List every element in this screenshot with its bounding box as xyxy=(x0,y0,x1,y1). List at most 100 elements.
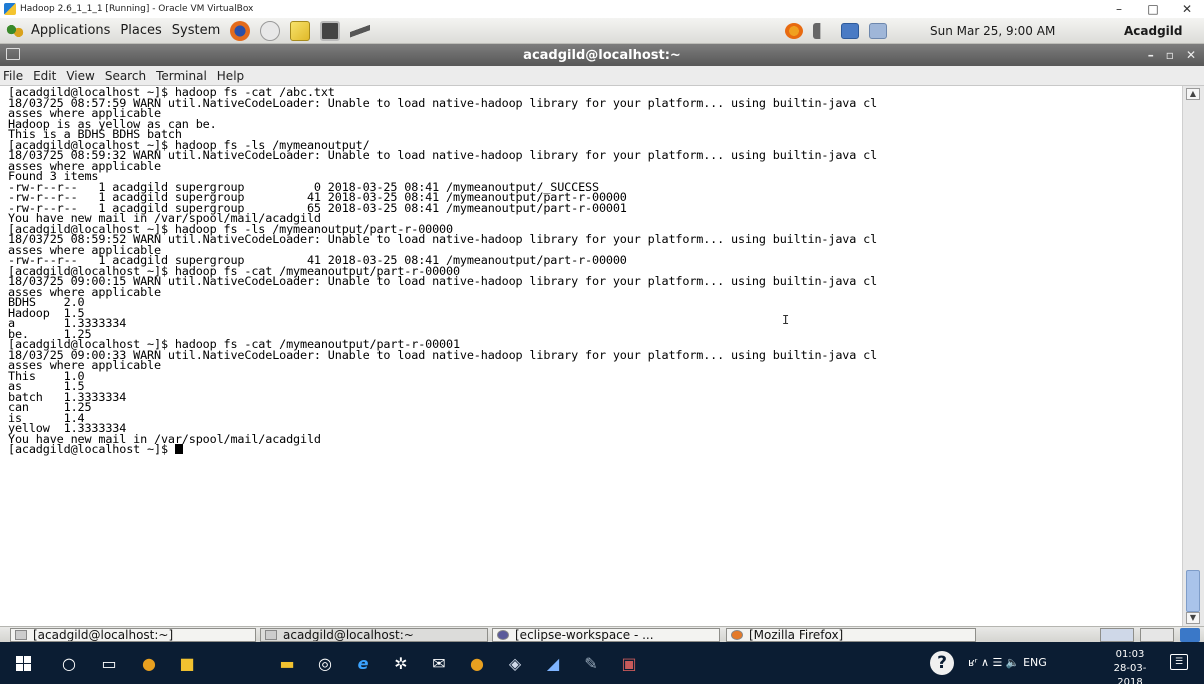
terminal-close-button[interactable]: ✕ xyxy=(1186,48,1196,62)
terminal-line: Hadoop 1.5 xyxy=(8,305,85,320)
trash-icon[interactable] xyxy=(1180,628,1200,642)
terminal-line: 18/03/25 08:59:52 WARN util.NativeCodeLo… xyxy=(8,232,878,246)
help-question-icon[interactable]: ? xyxy=(930,651,954,675)
terminal-line: as 1.5 xyxy=(8,379,85,393)
scrollbar-thumb[interactable] xyxy=(1186,570,1200,612)
menu-terminal[interactable]: Terminal xyxy=(156,69,207,83)
paint-app-icon[interactable]: ✎ xyxy=(580,653,602,673)
mouse-ibeam-cursor-icon: I xyxy=(782,313,790,327)
maximize-button[interactable]: □ xyxy=(1136,0,1170,18)
terminal-titlebar[interactable]: acadgild@localhost:~ – ▫ ✕ xyxy=(0,44,1204,66)
taskbar-label: acadgild@localhost:~ xyxy=(283,628,414,642)
terminal-line: You have new mail in /var/spool/mail/aca… xyxy=(8,431,321,446)
task-view-icon[interactable]: ▭ xyxy=(98,653,120,673)
scroll-down-button[interactable]: ▼ xyxy=(1186,612,1200,624)
taskbar-label: [Mozilla Firefox] xyxy=(749,628,844,642)
store-icon[interactable]: ■ xyxy=(176,653,198,673)
terminal-window-controls: – ▫ ✕ xyxy=(1136,44,1196,66)
eclipse-icon xyxy=(497,630,509,640)
terminal-maximize-button[interactable]: ▫ xyxy=(1166,48,1174,62)
terminal-minimize-button[interactable]: – xyxy=(1148,48,1154,62)
menu-search[interactable]: Search xyxy=(105,69,146,83)
terminal-line: BDHS 2.0 xyxy=(8,295,85,309)
chrome-icon[interactable]: ● xyxy=(138,653,160,673)
text-editor-launcher-icon[interactable] xyxy=(290,20,311,41)
system-tray[interactable]: ʁʳ ∧ ☰ 🔈 ENG xyxy=(968,656,1047,669)
terminal-line: 18/03/25 08:59:32 WARN util.NativeCodeLo… xyxy=(8,148,878,162)
virtualbox-app-icon[interactable]: ◈ xyxy=(504,653,526,673)
update-notifier-icon[interactable] xyxy=(785,22,803,39)
terminal-window-icon[interactable] xyxy=(6,48,20,60)
taskbar-button-terminal-1[interactable]: [acadgild@localhost:~] xyxy=(10,628,256,642)
terminal-icon xyxy=(15,630,27,640)
windows-time: 01:03 xyxy=(1115,649,1145,660)
terminal-line: a 1.3333334 xyxy=(8,316,127,330)
panel-tray xyxy=(780,22,892,39)
internet-explorer-icon[interactable]: e xyxy=(352,653,374,673)
menu-edit[interactable]: Edit xyxy=(33,69,56,83)
file-explorer-icon[interactable]: ▬ xyxy=(276,653,298,673)
terminal-cursor xyxy=(174,444,183,454)
taskbar-label: [eclipse-workspace - ... xyxy=(515,628,654,642)
terminal-icon xyxy=(265,630,277,640)
mail-launcher-icon[interactable] xyxy=(260,20,281,41)
close-button[interactable]: ✕ xyxy=(1170,0,1204,18)
menu-file[interactable]: File xyxy=(3,69,23,83)
workspace-2[interactable] xyxy=(1140,628,1174,642)
terminal-line: asses where applicable xyxy=(8,284,161,299)
terminal-line: This 1.0 xyxy=(8,368,85,383)
panel-clock[interactable]: Sun Mar 25, 9:00 AM xyxy=(930,24,1055,38)
settings-gear-icon[interactable]: ✲ xyxy=(390,653,412,673)
terminal-menubar: File Edit View Search Terminal Help xyxy=(0,66,1204,86)
taskbar-button-firefox[interactable]: [Mozilla Firefox] xyxy=(726,628,976,642)
panel-user-name[interactable]: Acadgild xyxy=(1124,24,1183,38)
screenshot-launcher-icon[interactable] xyxy=(350,20,371,41)
terminal-line: 18/03/25 09:00:33 WARN util.NativeCodeLo… xyxy=(8,347,878,362)
volume-icon[interactable] xyxy=(813,22,831,39)
action-center-icon[interactable]: ☰ xyxy=(1170,654,1188,670)
minimize-button[interactable]: – xyxy=(1102,0,1136,18)
menu-help[interactable]: Help xyxy=(217,69,244,83)
terminal-line: is 1.4 xyxy=(8,410,85,425)
terminal-launcher-icon[interactable] xyxy=(320,20,341,41)
terminal-line: Hadoop is as yellow as can be. xyxy=(8,116,217,131)
scroll-up-button[interactable]: ▲ xyxy=(1186,88,1200,100)
gnome-foot-icon xyxy=(6,23,24,38)
screen: Hadoop 2.6_1_1_1 [Running] - Oracle VM V… xyxy=(0,0,1204,684)
menu-applications[interactable]: Applications xyxy=(26,23,115,38)
terminal-line: can 1.25 xyxy=(8,400,92,414)
windows-clock[interactable]: 01:03 28-03-2018 xyxy=(1102,648,1158,684)
virtualbox-window-title: Hadoop 2.6_1_1_1 [Running] - Oracle VM V… xyxy=(20,4,254,14)
terminal-line: 18/03/25 09:00:15 WARN util.NativeCodeLo… xyxy=(8,274,878,288)
windows-date: 28-03-2018 xyxy=(1113,663,1147,684)
taskbar-button-terminal-2[interactable]: acadgild@localhost:~ xyxy=(260,628,488,642)
terminal-line: asses where applicable xyxy=(8,158,161,173)
terminal-prompt: [acadgild@localhost ~]$ xyxy=(8,442,175,456)
terminal-line: asses where applicable xyxy=(8,358,161,372)
terminal-line: batch 1.3333334 xyxy=(8,389,127,404)
display-icon[interactable] xyxy=(869,22,887,39)
terminal-scrollbar[interactable]: ▲ ▼ xyxy=(1182,86,1204,626)
firefox-launcher-icon[interactable] xyxy=(230,20,251,41)
terminal-output[interactable]: [acadgild@localhost ~]$ hadoop fs -cat /… xyxy=(0,86,1182,626)
network-icon[interactable] xyxy=(841,22,859,39)
windows-start-button[interactable] xyxy=(12,653,34,673)
terminal-prompt-line[interactable]: [acadgild@localhost ~]$ xyxy=(8,442,1182,456)
firefox-icon xyxy=(731,630,743,640)
virtualbox-window-controls: – □ ✕ xyxy=(1102,0,1204,18)
terminal-line: 18/03/25 08:57:59 WARN util.NativeCodeLo… xyxy=(8,95,878,110)
gnome-bottom-panel: [acadgild@localhost:~] acadgild@localhos… xyxy=(0,626,1204,642)
chrome-icon-2[interactable]: ● xyxy=(466,653,488,673)
menu-view[interactable]: View xyxy=(66,69,94,83)
gnome-top-panel: Applications Places System Sun Mar 25, 9… xyxy=(0,18,1204,44)
workspace-1[interactable] xyxy=(1100,628,1134,642)
taskbar-button-eclipse[interactable]: [eclipse-workspace - ... xyxy=(492,628,720,642)
pen-app-icon[interactable]: ◢ xyxy=(542,653,564,673)
app-icon[interactable]: ◎ xyxy=(314,653,336,673)
mail-icon[interactable]: ✉ xyxy=(428,653,450,673)
virtualbox-titlebar: Hadoop 2.6_1_1_1 [Running] - Oracle VM V… xyxy=(0,0,1204,18)
snipping-tool-icon[interactable]: ▣ xyxy=(618,653,640,673)
cortana-search-icon[interactable]: ○ xyxy=(58,653,80,673)
menu-system[interactable]: System xyxy=(167,23,225,38)
menu-places[interactable]: Places xyxy=(115,23,166,38)
